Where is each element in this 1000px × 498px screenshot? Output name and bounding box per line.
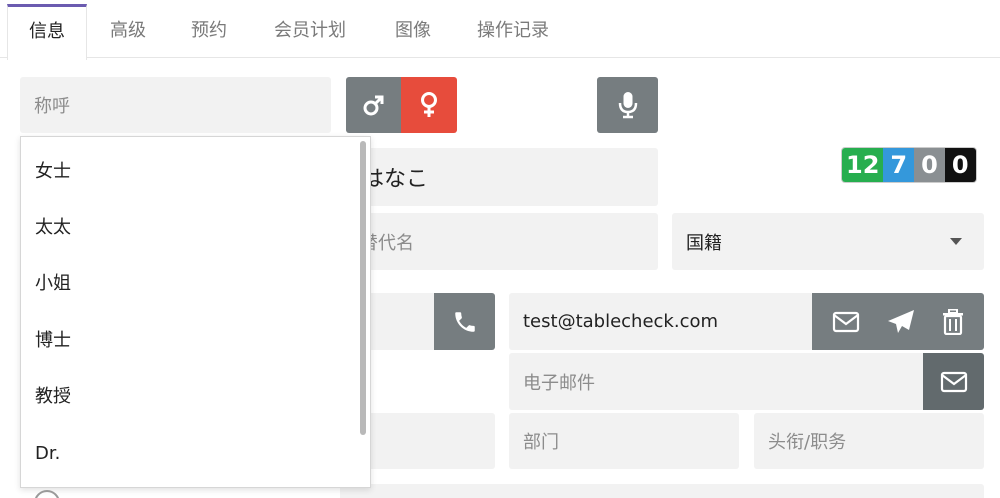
paper-plane-icon (887, 309, 914, 333)
dropdown-scrollbar-thumb[interactable] (360, 141, 366, 435)
name-value: はなこ (362, 167, 429, 192)
alt-name-field[interactable]: 替代名 (340, 213, 658, 270)
salutation-option[interactable]: 小姐 (35, 269, 71, 299)
tab-info[interactable]: 信息 (7, 4, 87, 60)
department-placeholder: 部门 (523, 432, 559, 453)
tab-reservations[interactable]: 预约 (176, 4, 242, 58)
nationality-select[interactable]: 国籍 (672, 213, 984, 270)
phone-icon (454, 311, 475, 332)
salutation-option[interactable]: 太太 (35, 213, 71, 243)
male-icon (363, 95, 384, 116)
microphone-icon (618, 92, 637, 119)
delete-button[interactable] (942, 308, 964, 335)
salutation-option[interactable]: 教授 (35, 382, 71, 412)
female-button[interactable] (401, 77, 457, 133)
job-title-placeholder: 头衔/职务 (768, 432, 847, 453)
visit-counters: 12 7 0 0 (841, 147, 977, 183)
tab-advanced[interactable]: 高级 (95, 4, 161, 58)
counter-no-shows: 0 (944, 148, 976, 182)
salutation-placeholder: 称呼 (34, 96, 70, 117)
counter-reservations: 7 (883, 148, 915, 182)
trash-icon (943, 308, 964, 335)
email-secondary-placeholder: 电子邮件 (523, 372, 595, 394)
tab-activity-log[interactable]: 操作记录 (462, 4, 564, 58)
tab-bar: 信息 高级 预约 会员计划 图像 操作记录 (0, 0, 1000, 60)
call-button[interactable] (434, 293, 495, 350)
voice-button[interactable] (597, 77, 658, 133)
female-icon (421, 92, 437, 117)
tab-membership[interactable]: 会员计划 (260, 4, 360, 58)
email-field-primary[interactable]: test@tablecheck.com (509, 293, 813, 350)
envelope-icon (940, 371, 967, 392)
salutation-dropdown: 女士 太太 小姐 博士 教授 Dr. (20, 136, 371, 488)
email-actions (812, 293, 984, 350)
counter-cancellations: 0 (914, 148, 945, 182)
name-field[interactable]: はなこ (340, 148, 658, 206)
send-button[interactable] (887, 309, 915, 335)
nationality-placeholder: 国籍 (686, 232, 722, 254)
tab-images[interactable]: 图像 (380, 4, 446, 58)
salutation-select[interactable]: 称呼 (20, 77, 331, 133)
counter-visits: 12 (842, 148, 884, 182)
salutation-option[interactable]: 博士 (35, 326, 71, 356)
next-row-field[interactable] (340, 484, 984, 498)
email-primary-value: test@tablecheck.com (523, 311, 719, 332)
email-secondary-button[interactable] (923, 353, 984, 410)
job-title-field[interactable]: 头衔/职务 (754, 413, 984, 469)
circle-icon (34, 490, 60, 498)
male-button[interactable] (346, 77, 402, 133)
department-field[interactable]: 部门 (509, 413, 739, 469)
caret-down-icon (950, 238, 962, 245)
email-field-secondary[interactable]: 电子邮件 (509, 353, 925, 410)
salutation-option[interactable]: 女士 (35, 157, 71, 187)
envelope-button[interactable] (832, 311, 860, 333)
salutation-option[interactable]: Dr. (35, 439, 60, 469)
envelope-icon (832, 311, 859, 332)
